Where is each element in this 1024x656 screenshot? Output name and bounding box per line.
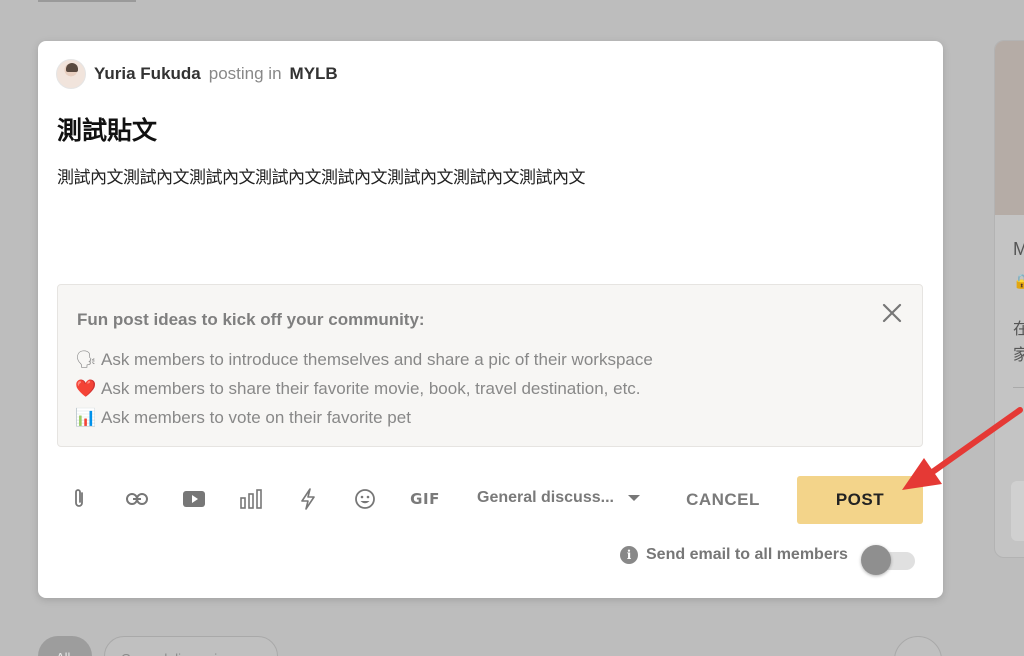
poll-icon[interactable]: [237, 485, 265, 513]
list-item: 📊 Ask members to vote on their favorite …: [75, 403, 653, 432]
author-action: posting in: [208, 64, 282, 83]
background-filter-general: General discussion: [104, 636, 278, 656]
bar-chart-icon: 📊: [75, 407, 97, 427]
attachment-icon[interactable]: [66, 485, 94, 513]
list-item: 🗣 Ask members to introduce themselves an…: [75, 345, 653, 374]
category-select[interactable]: General discuss...: [477, 489, 640, 507]
emoji-icon[interactable]: [351, 485, 379, 513]
background-filter-all: All: [38, 636, 92, 656]
cancel-button[interactable]: CANCEL: [672, 477, 774, 523]
post-ideas-heading: Fun post ideas to kick off your communit…: [77, 310, 425, 329]
post-button[interactable]: POST: [797, 476, 923, 524]
gif-icon[interactable]: GIF: [408, 485, 442, 513]
background-tab-underline: [38, 0, 136, 2]
link-icon[interactable]: [123, 485, 151, 513]
lightning-icon[interactable]: [294, 485, 322, 513]
list-item: ❤️ Ask members to share their favorite m…: [75, 374, 653, 403]
background-settings-button: [894, 636, 942, 656]
chevron-down-icon: [627, 495, 640, 501]
heart-icon: ❤️: [75, 378, 97, 398]
post-title-field[interactable]: 測試貼文: [57, 111, 157, 147]
post-ideas-list: 🗣 Ask members to introduce themselves an…: [75, 345, 653, 432]
idea-text: Ask members to vote on their favorite pe…: [101, 407, 411, 427]
background-side-card: M 🔒 在家: [994, 40, 1024, 558]
video-icon[interactable]: [180, 485, 208, 513]
post-ideas-panel: Fun post ideas to kick off your communit…: [57, 284, 923, 447]
author-name: Yuria Fukuda: [94, 64, 201, 83]
send-email-option: i Send email to all members: [620, 546, 848, 564]
info-icon[interactable]: i: [620, 546, 638, 564]
close-icon[interactable]: [880, 301, 904, 325]
idea-text: Ask members to share their favorite movi…: [101, 378, 641, 398]
send-email-label: Send email to all members: [646, 546, 848, 563]
avatar: [56, 59, 86, 89]
send-email-toggle[interactable]: [861, 545, 917, 575]
post-body-field[interactable]: 測試內文測試內文測試內文測試內文測試內文測試內文測試內文測試內文: [57, 163, 586, 188]
post-author-line: Yuria Fukuda posting in MYLB: [56, 59, 338, 89]
category-value: General discuss...: [477, 489, 614, 506]
composer-toolbar: GIF: [66, 485, 471, 513]
create-post-modal: Yuria Fukuda posting in MYLB 測試貼文 測試內文測試…: [38, 41, 943, 598]
community-name[interactable]: MYLB: [290, 64, 338, 84]
speaking-head-icon: 🗣: [75, 349, 97, 369]
idea-text: Ask members to introduce themselves and …: [101, 349, 653, 369]
